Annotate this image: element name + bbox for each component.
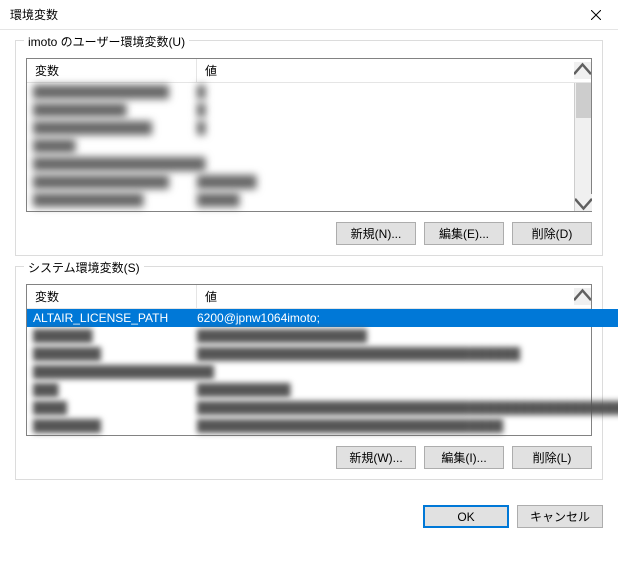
system-vars-header: 変数 値	[27, 285, 591, 309]
table-row[interactable]: ████████████████████████████████████████…	[27, 399, 618, 417]
scroll-down-button[interactable]	[575, 194, 592, 211]
scroll-up-button[interactable]	[574, 62, 591, 79]
system-vars-rows[interactable]: ALTAIR_LICENSE_PATH 6200@jpnw1064imoto; …	[27, 309, 618, 435]
table-row[interactable]: █████	[27, 137, 574, 155]
titlebar: 環境変数	[0, 0, 618, 30]
dialog-buttons: OK キャンセル	[0, 500, 618, 538]
system-new-button[interactable]: 新規(W)...	[336, 446, 416, 469]
table-row[interactable]: ██████████████████████	[27, 363, 618, 381]
table-row[interactable]: ████████████████████████████████████████…	[27, 417, 618, 435]
user-vars-group: imoto のユーザー環境変数(U) 変数 値 ████████████████…	[15, 40, 603, 256]
ok-button[interactable]: OK	[423, 505, 509, 528]
user-scrollbar[interactable]	[574, 83, 591, 211]
user-new-button[interactable]: 新規(N)...	[336, 222, 416, 245]
scroll-thumb[interactable]	[576, 83, 591, 118]
table-row-selected[interactable]: ALTAIR_LICENSE_PATH 6200@jpnw1064imoto;	[27, 309, 618, 327]
table-row[interactable]: █████████████████████	[27, 155, 574, 173]
user-col-value[interactable]: 値	[197, 59, 574, 82]
user-vars-header: 変数 値	[27, 59, 591, 83]
table-row[interactable]: ███████████████	[27, 119, 574, 137]
close-icon	[591, 10, 601, 20]
system-delete-button[interactable]: 削除(L)	[512, 446, 592, 469]
user-col-variable[interactable]: 変数	[27, 59, 197, 82]
close-button[interactable]	[573, 0, 618, 30]
scroll-up-button[interactable]	[574, 288, 591, 305]
user-buttons: 新規(N)... 編集(E)... 削除(D)	[16, 212, 602, 245]
table-row[interactable]: ████████████	[27, 101, 574, 119]
table-row[interactable]: ██████████████	[27, 381, 618, 399]
user-vars-table[interactable]: 変数 値 █████████████████ ████████████ ████…	[26, 58, 592, 212]
table-row[interactable]: ██████████████████	[27, 191, 574, 209]
user-vars-legend: imoto のユーザー環境変数(U)	[24, 33, 189, 50]
table-row[interactable]: ███████████████████████████	[27, 327, 618, 345]
system-col-value[interactable]: 値	[197, 285, 574, 308]
table-row[interactable]: ████████████████████████████████████████…	[27, 345, 618, 363]
table-row[interactable]: █████████████████	[27, 83, 574, 101]
table-row[interactable]: ███████████████████████	[27, 173, 574, 191]
cancel-button[interactable]: キャンセル	[517, 505, 603, 528]
system-vars-table[interactable]: 変数 値 ALTAIR_LICENSE_PATH 6200@jpnw1064im…	[26, 284, 592, 436]
system-vars-legend: システム環境変数(S)	[24, 259, 144, 276]
system-vars-group: システム環境変数(S) 変数 値 ALTAIR_LICENSE_PATH 620…	[15, 266, 603, 480]
system-edit-button[interactable]: 編集(I)...	[424, 446, 504, 469]
system-col-variable[interactable]: 変数	[27, 285, 197, 308]
system-buttons: 新規(W)... 編集(I)... 削除(L)	[16, 436, 602, 469]
user-vars-rows[interactable]: █████████████████ ████████████ █████████…	[27, 83, 574, 211]
user-delete-button[interactable]: 削除(D)	[512, 222, 592, 245]
dialog-title: 環境変数	[10, 6, 58, 23]
dialog-content: imoto のユーザー環境変数(U) 変数 値 ████████████████…	[0, 30, 618, 500]
selected-var-value: 6200@jpnw1064imoto;	[197, 311, 618, 325]
selected-var-name: ALTAIR_LICENSE_PATH	[33, 311, 197, 325]
user-edit-button[interactable]: 編集(E)...	[424, 222, 504, 245]
